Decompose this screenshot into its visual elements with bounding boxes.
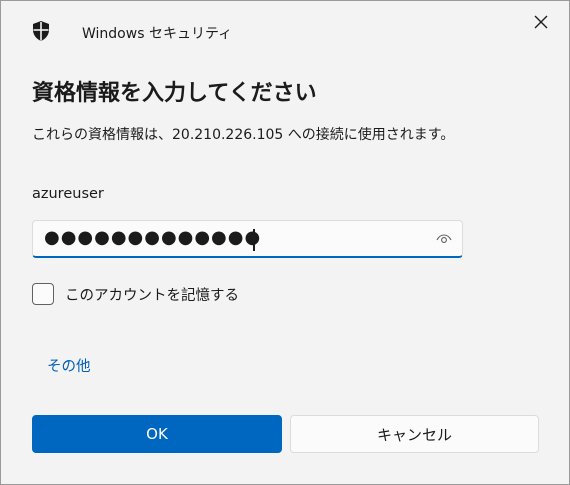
username-label: azureuser — [32, 186, 104, 202]
dialog-heading: 資格情報を入力してください — [32, 81, 317, 106]
more-choices-link[interactable]: その他 — [47, 355, 91, 376]
password-field[interactable]: ●●●●●●●●●●●●● — [32, 220, 463, 258]
dialog-description: これらの資格情報は、20.210.226.105 への接続に使用されます。 — [32, 127, 455, 143]
password-value: ●●●●●●●●●●●●● — [44, 227, 262, 248]
reveal-password-button[interactable] — [435, 230, 453, 248]
cancel-button[interactable]: キャンセル — [290, 415, 539, 453]
text-caret — [253, 229, 255, 251]
close-button[interactable] — [526, 9, 556, 37]
remember-checkbox[interactable] — [32, 283, 54, 305]
eye-icon — [436, 230, 452, 249]
title-bar: Windows セキュリティ — [1, 1, 569, 61]
app-title: Windows セキュリティ — [82, 26, 233, 42]
shield-icon — [31, 20, 51, 42]
close-icon — [534, 14, 548, 33]
remember-row: このアカウントを記憶する — [32, 283, 239, 305]
remember-label[interactable]: このアカウントを記憶する — [65, 284, 239, 305]
credential-dialog: Windows セキュリティ 資格情報を入力してください これらの資格情報は、2… — [0, 0, 570, 485]
ok-button[interactable]: OK — [32, 415, 282, 453]
